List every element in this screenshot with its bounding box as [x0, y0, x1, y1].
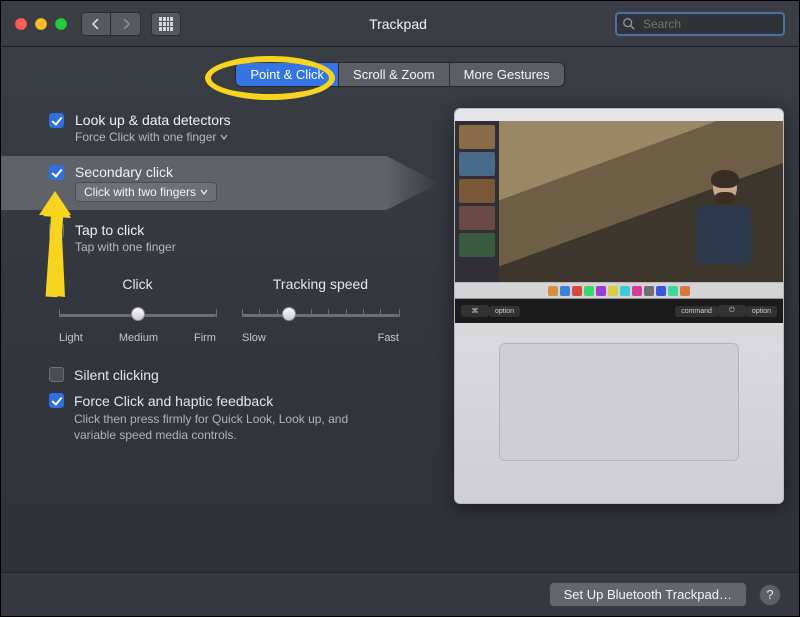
lookup-checkbox[interactable]	[49, 113, 64, 128]
tap-sub-label: Tap with one finger	[75, 240, 176, 254]
tracking-label-slow: Slow	[242, 332, 266, 344]
silent-checkbox[interactable]	[49, 367, 64, 382]
tb-key: ⏻	[718, 305, 746, 317]
lookup-sub-label: Force Click with one finger	[75, 130, 216, 144]
tb-key: option	[746, 306, 777, 317]
chevron-down-icon	[200, 185, 208, 199]
forceclick-row[interactable]: Force Click and haptic feedback Click th…	[49, 388, 439, 448]
chevron-down-icon	[220, 130, 228, 144]
tab-bar: Point & Click Scroll & Zoom More Gesture…	[1, 63, 799, 86]
preview-menubar	[455, 109, 783, 121]
back-button[interactable]	[81, 12, 111, 36]
footer-bar: Set Up Bluetooth Trackpad… ?	[1, 572, 799, 616]
search-wrap	[615, 12, 785, 36]
tab-point-click[interactable]: Point & Click	[236, 63, 338, 86]
tracking-slider[interactable]	[242, 304, 399, 326]
search-icon	[622, 17, 636, 31]
tracking-label-fast: Fast	[378, 332, 399, 344]
click-label-firm: Firm	[194, 332, 216, 344]
preview-thumb	[459, 152, 495, 176]
click-slider[interactable]	[59, 304, 216, 326]
tracking-slider-knob[interactable]	[282, 307, 296, 321]
option-tap-row[interactable]: Tap to click Tap with one finger	[1, 214, 439, 262]
secondary-submenu[interactable]: Click with two fingers	[75, 182, 217, 202]
forward-button[interactable]	[111, 12, 141, 36]
tb-key: command	[675, 306, 718, 317]
content-area: Look up & data detectors Force Click wit…	[1, 86, 799, 504]
lookup-title: Look up & data detectors	[75, 112, 231, 128]
preview-touchbar: ⌘ option command ⏻ option	[455, 299, 783, 323]
click-label-light: Light	[59, 332, 83, 344]
setup-bluetooth-button[interactable]: Set Up Bluetooth Trackpad…	[549, 582, 747, 607]
tracking-slider-title: Tracking speed	[242, 276, 399, 292]
tb-key: ⌘	[461, 305, 489, 317]
preview-screen	[455, 109, 783, 299]
titlebar: Trackpad	[1, 1, 799, 47]
option-lookup-row[interactable]: Look up & data detectors Force Click wit…	[1, 104, 439, 152]
secondary-sub-label: Click with two fingers	[84, 185, 196, 199]
preview-sidebar	[455, 121, 499, 282]
options-column: Look up & data detectors Force Click wit…	[1, 104, 439, 504]
tb-key: option	[489, 306, 520, 317]
lower-options: Silent clicking Force Click and haptic f…	[1, 350, 439, 448]
window-title: Trackpad	[181, 16, 615, 32]
silent-title: Silent clicking	[74, 367, 159, 383]
tap-checkbox[interactable]	[49, 223, 64, 238]
click-slider-title: Click	[59, 276, 216, 292]
forceclick-checkbox[interactable]	[49, 393, 64, 408]
show-all-prefs-button[interactable]	[151, 12, 181, 36]
search-input[interactable]	[615, 12, 785, 36]
click-slider-knob[interactable]	[131, 307, 145, 321]
preview-thumb	[459, 125, 495, 149]
zoom-window-button[interactable]	[55, 18, 67, 30]
close-window-button[interactable]	[15, 18, 27, 30]
tab-scroll-zoom[interactable]: Scroll & Zoom	[338, 63, 449, 86]
laptop-preview: ⌘ option command ⏻ option	[454, 108, 784, 504]
forceclick-sub: Click then press firmly for Quick Look, …	[74, 411, 374, 443]
preview-photo	[499, 121, 783, 282]
lookup-submenu[interactable]: Force Click with one finger	[75, 130, 228, 144]
window-controls	[15, 18, 67, 30]
option-secondary-row[interactable]: Secondary click Click with two fingers	[1, 156, 439, 210]
secondary-title: Secondary click	[75, 164, 217, 180]
sliders-row: Click Light Medium Firm Tracking speed	[1, 262, 439, 350]
minimize-window-button[interactable]	[35, 18, 47, 30]
tab-more-gestures[interactable]: More Gestures	[449, 63, 564, 86]
preview-thumb	[459, 179, 495, 203]
preview-thumb	[459, 206, 495, 230]
tap-title: Tap to click	[75, 222, 176, 238]
nav-buttons	[81, 12, 141, 36]
preview-thumb	[459, 233, 495, 257]
tracking-slider-box: Tracking speed Slow Fast	[242, 276, 399, 344]
forceclick-title: Force Click and haptic feedback	[74, 393, 374, 409]
secondary-click-checkbox[interactable]	[49, 165, 64, 180]
help-button[interactable]: ?	[759, 584, 781, 606]
preview-trackpad	[499, 343, 739, 461]
preview-person	[691, 164, 761, 264]
click-label-medium: Medium	[119, 332, 158, 344]
silent-row[interactable]: Silent clicking	[49, 362, 439, 388]
preview-column: ⌘ option command ⏻ option	[439, 104, 799, 504]
preview-dock	[455, 282, 783, 298]
click-slider-box: Click Light Medium Firm	[59, 276, 216, 344]
preview-trackpad-area	[455, 343, 783, 503]
